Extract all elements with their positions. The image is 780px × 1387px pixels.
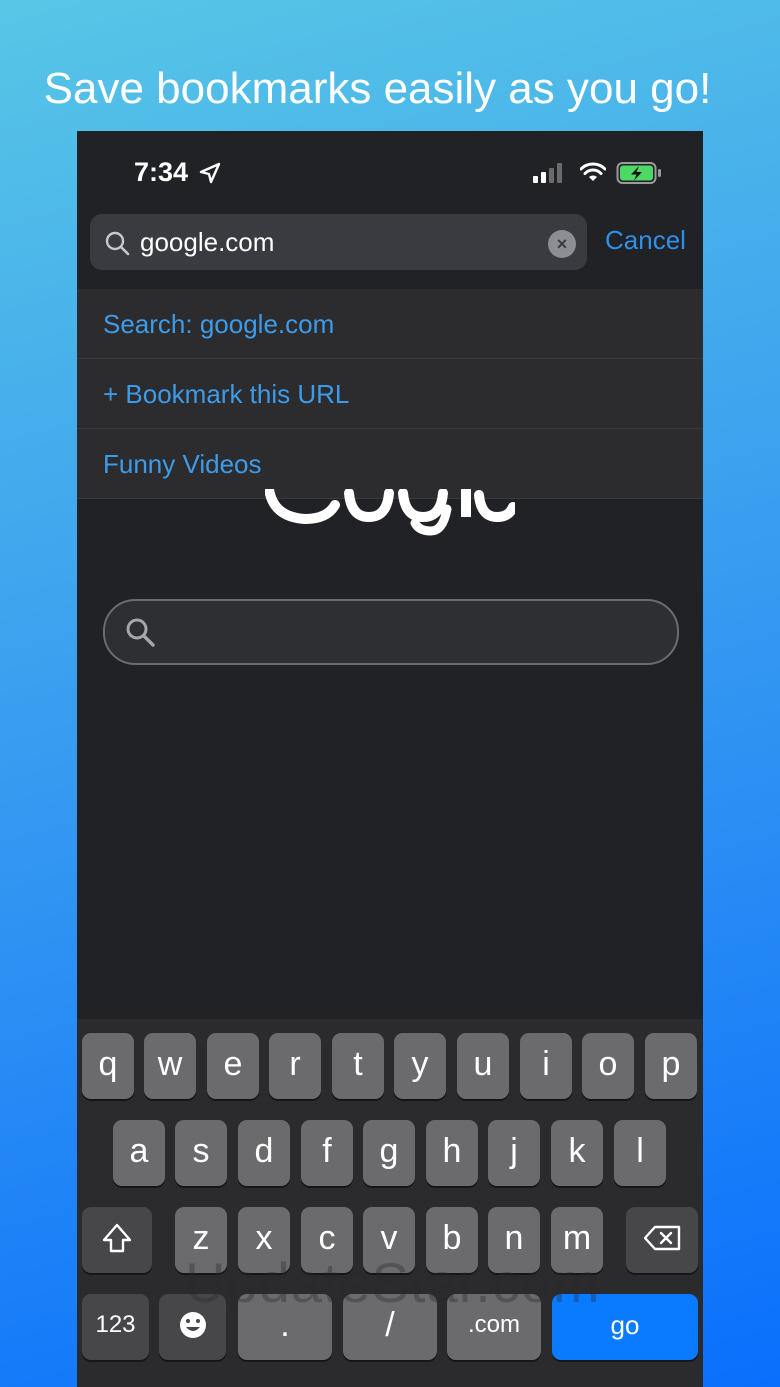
google-logo	[265, 489, 515, 536]
key-i[interactable]: i	[520, 1033, 572, 1099]
suggestion-list: Search: google.com + Bookmark this URL F…	[77, 289, 703, 499]
clear-text-button[interactable]: ×	[548, 230, 576, 258]
key-t[interactable]: t	[332, 1033, 384, 1099]
key-e[interactable]: e	[207, 1033, 259, 1099]
key-v[interactable]: v	[363, 1207, 415, 1273]
suggestion-search[interactable]: Search: google.com	[77, 289, 703, 359]
period-key[interactable]: .	[238, 1294, 332, 1360]
key-w[interactable]: w	[144, 1033, 196, 1099]
status-time: 7:34	[134, 157, 189, 187]
search-icon	[126, 618, 155, 647]
numbers-key[interactable]: 123	[82, 1294, 149, 1360]
key-j[interactable]: j	[488, 1120, 540, 1186]
key-h[interactable]: h	[426, 1120, 478, 1186]
key-y[interactable]: y	[394, 1033, 446, 1099]
key-x[interactable]: x	[238, 1207, 290, 1273]
headline: Save bookmarks easily as you go!	[43, 64, 712, 113]
wifi-icon	[580, 162, 606, 181]
key-g[interactable]: g	[363, 1120, 415, 1186]
key-o[interactable]: o	[582, 1033, 634, 1099]
status-bar: 7:34	[77, 131, 703, 211]
key-q[interactable]: q	[82, 1033, 134, 1099]
keyboard: q w e r t y u i o p a s d f g h j k l z …	[77, 1019, 703, 1387]
url-search-input[interactable]	[140, 220, 540, 264]
battery-charging-icon	[616, 162, 661, 184]
go-key[interactable]: go	[552, 1294, 698, 1360]
shift-icon	[102, 1223, 132, 1253]
key-c[interactable]: c	[301, 1207, 353, 1273]
key-z[interactable]: z	[175, 1207, 227, 1273]
key-k[interactable]: k	[551, 1120, 603, 1186]
key-f[interactable]: f	[301, 1120, 353, 1186]
google-search-box[interactable]	[103, 599, 679, 665]
delete-key[interactable]	[626, 1207, 698, 1273]
key-n[interactable]: n	[488, 1207, 540, 1273]
key-a[interactable]: a	[113, 1120, 165, 1186]
key-l[interactable]: l	[614, 1120, 666, 1186]
url-search-field[interactable]: ×	[90, 214, 587, 270]
cancel-button[interactable]: Cancel	[605, 225, 686, 256]
dotcom-key[interactable]: .com	[447, 1294, 541, 1360]
key-b[interactable]: b	[426, 1207, 478, 1273]
key-s[interactable]: s	[175, 1120, 227, 1186]
backspace-icon	[643, 1225, 681, 1251]
emoji-key[interactable]	[159, 1294, 226, 1360]
cellular-signal-icon	[533, 163, 562, 183]
search-icon	[105, 231, 130, 256]
key-p[interactable]: p	[645, 1033, 697, 1099]
key-r[interactable]: r	[269, 1033, 321, 1099]
shift-key[interactable]	[82, 1207, 152, 1273]
key-m[interactable]: m	[551, 1207, 603, 1273]
search-bar: × Cancel	[77, 211, 703, 289]
suggestion-bookmark-url[interactable]: + Bookmark this URL	[77, 359, 703, 429]
slash-key[interactable]: /	[343, 1294, 437, 1360]
phone-screen: 7:34 × Can	[77, 131, 703, 1387]
emoji-icon	[179, 1312, 206, 1338]
location-arrow-icon	[199, 162, 221, 184]
key-u[interactable]: u	[457, 1033, 509, 1099]
key-d[interactable]: d	[238, 1120, 290, 1186]
